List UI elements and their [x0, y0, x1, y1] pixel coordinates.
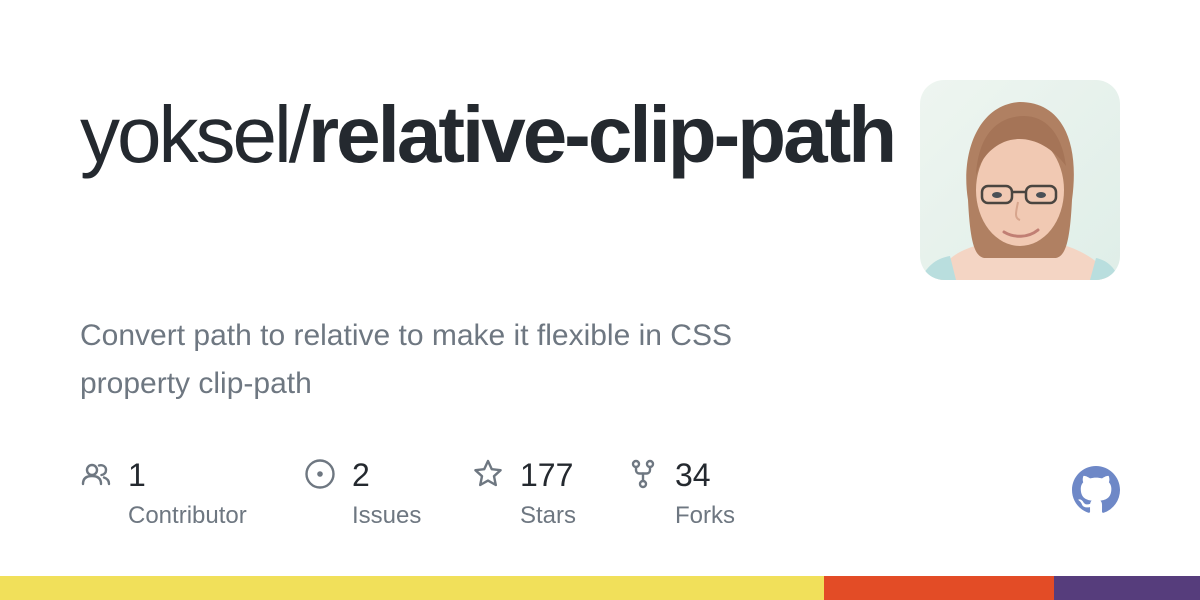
- user-avatar-photo: [920, 80, 1120, 280]
- repo-name[interactable]: relative-clip-path: [308, 90, 897, 179]
- stat-value: 1: [128, 457, 146, 493]
- github-icon[interactable]: [1072, 466, 1120, 514]
- issue-icon: [304, 458, 336, 490]
- stat-value: 2: [352, 457, 370, 493]
- star-icon: [472, 458, 504, 490]
- stat-label: Issues: [352, 502, 422, 529]
- repo-title[interactable]: yoksel/relative-clip-path: [80, 88, 900, 182]
- stat-value: 34: [675, 457, 711, 493]
- stat-value: 177: [520, 457, 574, 493]
- fork-icon: [627, 458, 659, 490]
- language-segment: [1053, 576, 1200, 600]
- avatar[interactable]: [920, 80, 1120, 280]
- language-bar: [0, 576, 1200, 600]
- stat-label: Forks: [675, 502, 735, 529]
- repo-description: Convert path to relative to make it flex…: [80, 319, 732, 400]
- language-segment: [824, 576, 1054, 600]
- stat-label: Stars: [520, 502, 577, 529]
- people-icon: [80, 458, 112, 490]
- repo-owner[interactable]: yoksel/: [80, 90, 311, 179]
- stat-label: Contributor: [128, 502, 247, 529]
- language-segment: [0, 576, 825, 600]
